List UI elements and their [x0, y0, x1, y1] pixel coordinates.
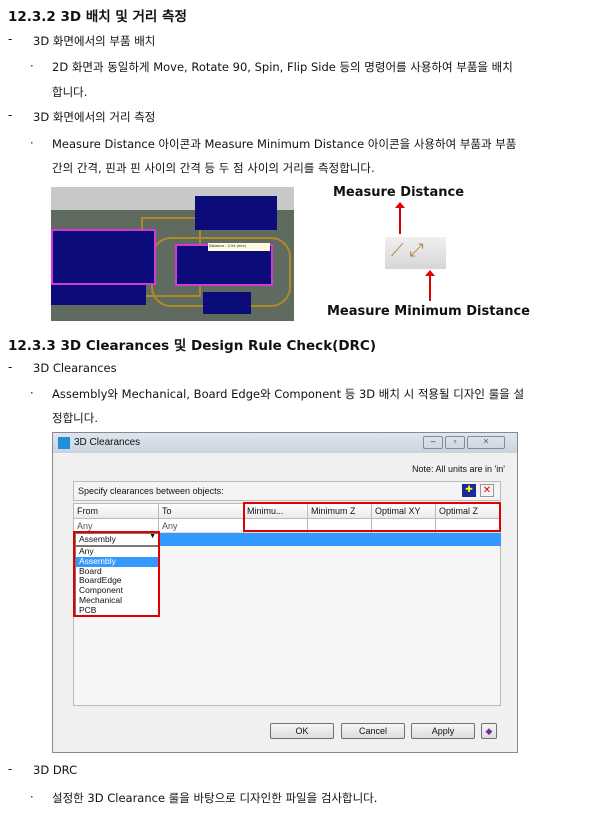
maximize-button[interactable]: ▫	[445, 436, 465, 449]
paragraph-line: 간의 간격, 핀과 핀 사이의 간격 등 두 점 사이의 거리를 측정합니다.	[52, 161, 375, 175]
pcb-3d-screenshot: Distance : 2.54 (mm)	[51, 187, 294, 321]
delete-rule-icon[interactable]: ✕	[480, 484, 494, 497]
cancel-button[interactable]: Cancel	[341, 723, 405, 739]
ruler-arrows-icon[interactable]: ⤢	[409, 240, 423, 261]
add-rule-icon[interactable]: ✚	[462, 484, 476, 497]
bullet-text: 3D Clearances	[33, 361, 117, 375]
paragraph-line: 설정한 3D Clearance 룰을 바탕으로 디자인한 파일을 검사합니다.	[52, 791, 378, 805]
specify-label: Specify clearances between objects:	[78, 486, 224, 496]
app-icon	[58, 437, 70, 449]
column-header-to[interactable]: To	[159, 504, 244, 519]
paragraph-line: Measure Distance 아이콘과 Measure Minimum Di…	[52, 137, 517, 151]
distance-tooltip: Distance : 2.54 (mm)	[208, 243, 270, 251]
bullet-dot: ·	[30, 59, 34, 73]
section-heading: 12.3.3 3D Clearances 및 Design Rule Check…	[8, 338, 377, 354]
bullet-dot: ·	[30, 790, 34, 804]
bullet-text: 3D DRC	[33, 763, 78, 777]
minimize-button[interactable]: –	[423, 436, 443, 449]
ruler-icon[interactable]: ⟋	[391, 240, 404, 261]
to-cell[interactable]: Any	[159, 519, 244, 533]
measure-distance-label: Measure Distance	[333, 185, 465, 200]
bullet-dash: -	[8, 32, 13, 46]
bullet-dash: -	[8, 108, 13, 122]
bullet-dot: ·	[30, 136, 34, 150]
paragraph-line: 합니다.	[52, 85, 88, 99]
bullet-text: 3D 화면에서의 거리 측정	[33, 110, 156, 124]
title-bar: 3D Clearances – ▫ ✕	[53, 433, 517, 453]
annotation-box-columns	[243, 502, 501, 532]
column-header-from[interactable]: From	[74, 504, 159, 519]
close-button[interactable]: ✕	[467, 436, 505, 449]
dialog-title: 3D Clearances	[74, 437, 141, 448]
arrow-down	[429, 273, 431, 301]
help-book-icon[interactable]: ◆	[481, 723, 497, 739]
bullet-dash: -	[8, 762, 13, 776]
apply-button[interactable]: Apply	[411, 723, 475, 739]
measure-toolbar: ⟋ ⤢	[385, 237, 446, 269]
bullet-text: 3D 화면에서의 부품 배치	[33, 34, 156, 48]
3d-clearances-dialog: 3D Clearances – ▫ ✕ Note: All units are …	[52, 432, 518, 753]
paragraph-line: Assembly와 Mechanical, Board Edge와 Compon…	[52, 387, 525, 401]
bullet-dot: ·	[30, 386, 34, 400]
ok-button[interactable]: OK	[270, 723, 334, 739]
arrow-up	[399, 204, 401, 234]
units-note: Note: All units are in 'in'	[412, 464, 505, 474]
section-heading: 12.3.2 3D 배치 및 거리 측정	[8, 9, 187, 25]
measure-minimum-distance-label: Measure Minimum Distance	[327, 304, 530, 319]
annotation-box-from	[73, 531, 160, 617]
paragraph-line: 정합니다.	[52, 411, 98, 425]
bullet-dash: -	[8, 360, 13, 374]
paragraph-line: 2D 화면과 동일하게 Move, Rotate 90, Spin, Flip …	[52, 60, 513, 74]
